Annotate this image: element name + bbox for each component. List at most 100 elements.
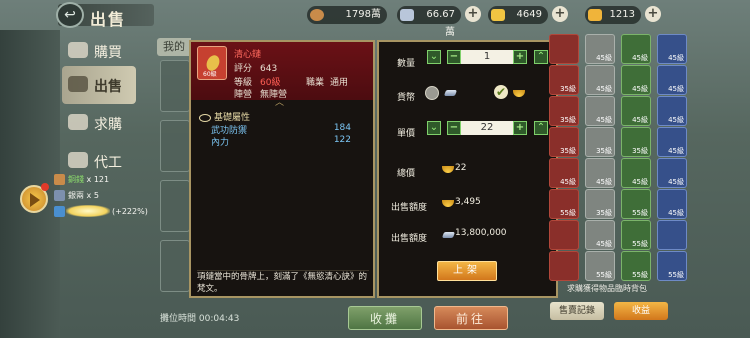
qty-label: 數量 bbox=[397, 59, 416, 69]
qty-max-button[interactable]: ⌃ bbox=[534, 50, 548, 64]
inventory-slot[interactable]: 45級 bbox=[657, 158, 687, 188]
inventory-slot-level: 45級 bbox=[668, 147, 684, 155]
item-name: 清心鏈 bbox=[234, 50, 262, 60]
buff-copper-label: 銅錢 bbox=[68, 175, 84, 184]
inventory-slot[interactable]: 45級 bbox=[585, 34, 615, 64]
go-button[interactable]: 前往 bbox=[434, 306, 508, 330]
nav-buy[interactable]: 購買 bbox=[62, 32, 136, 70]
inventory-slot-level: 45級 bbox=[632, 178, 648, 186]
inventory-slot[interactable] bbox=[657, 220, 687, 250]
inventory-slot[interactable]: 45級 bbox=[585, 220, 615, 250]
price-max-button[interactable]: ⌃ bbox=[534, 121, 548, 135]
price-min-button[interactable]: ⌄ bbox=[427, 121, 441, 135]
quota-silver-label: 出售額度 bbox=[391, 234, 428, 244]
item-job-label: 職業 bbox=[306, 78, 325, 88]
qty-decrease-button[interactable]: − bbox=[447, 50, 461, 64]
inventory-slot[interactable]: 45級 bbox=[621, 34, 651, 64]
resource-yuanbao-value: 1213 bbox=[609, 9, 635, 20]
inventory-slot[interactable]: 45級 bbox=[549, 158, 579, 188]
inventory-slot[interactable]: 35級 bbox=[621, 127, 651, 157]
item-score-row: 評分 643 bbox=[234, 61, 277, 74]
qty-increase-button[interactable]: + bbox=[513, 50, 527, 64]
currency-gold-radio-checked[interactable]: ✔ bbox=[494, 85, 508, 99]
stall-timer: 攤位時間 00:04:43 bbox=[160, 311, 239, 324]
inventory-slot-level: 45級 bbox=[668, 54, 684, 62]
close-stall-button[interactable]: 收攤 bbox=[348, 306, 422, 330]
inventory-slot-level: 45級 bbox=[596, 85, 612, 93]
craft-icon bbox=[68, 152, 88, 168]
inventory-grid: 45級 45級 45級 35級 45級 45級 45級 35級 45級 45級 45級 35級 35級 3… bbox=[549, 34, 699, 281]
nav-sell-label: 出售 bbox=[94, 79, 122, 95]
inventory-slot[interactable]: 45級 bbox=[585, 158, 615, 188]
item-description: 項鏈當中的骨牌上，刻滿了《無慾清心訣》的梵文。 bbox=[197, 270, 369, 294]
qty-stepper[interactable]: − 1 + bbox=[447, 50, 527, 64]
price-value: 22 bbox=[480, 122, 494, 133]
inventory-slot[interactable]: 45級 bbox=[657, 189, 687, 219]
item-job-row: 職業 通用 bbox=[306, 75, 348, 88]
inventory-slot[interactable]: 45級 bbox=[657, 65, 687, 95]
inventory-slot-level: 45級 bbox=[596, 178, 612, 186]
price-stepper[interactable]: − 22 + bbox=[447, 121, 527, 135]
inventory-slot[interactable]: 45級 bbox=[657, 34, 687, 64]
add-gold-button[interactable]: + bbox=[552, 6, 568, 22]
inventory-slot[interactable]: 35級 bbox=[585, 189, 615, 219]
attr-name: 內力 bbox=[211, 138, 230, 148]
inventory-slot[interactable]: 45級 bbox=[621, 65, 651, 95]
resource-yuanbao: 1213 + bbox=[585, 6, 661, 24]
price-increase-button[interactable]: + bbox=[513, 121, 527, 135]
list-item[interactable] bbox=[160, 120, 190, 172]
inventory-slot-level: 55級 bbox=[632, 271, 648, 279]
list-item[interactable] bbox=[160, 240, 190, 292]
inventory-slot-level: 45級 bbox=[632, 85, 648, 93]
add-yuanbao-button[interactable]: + bbox=[645, 6, 661, 22]
item-icon-level: 60級 bbox=[203, 71, 217, 78]
price-decrease-button[interactable]: − bbox=[447, 121, 461, 135]
inventory-note: 求購獲得物品臨時背包 bbox=[567, 284, 647, 293]
inventory-slot[interactable]: 45級 bbox=[621, 96, 651, 126]
back-icon[interactable]: ↩ bbox=[56, 2, 84, 28]
inventory-slot[interactable]: 45級 bbox=[585, 65, 615, 95]
section-title-text: 基礎屬性 bbox=[214, 113, 251, 123]
inventory-slot-level: 45級 bbox=[560, 178, 576, 186]
inventory-slot[interactable]: 55級 bbox=[621, 189, 651, 219]
stall-list bbox=[160, 60, 190, 300]
page-title: ↩ 出售 bbox=[56, 2, 154, 29]
left-backdrop bbox=[0, 30, 60, 338]
inventory-slot[interactable]: 55級 bbox=[657, 251, 687, 281]
inventory-slot[interactable]: 55級 bbox=[585, 251, 615, 281]
list-item-button[interactable]: 上架 bbox=[437, 261, 497, 281]
inventory-slot-level: 45級 bbox=[668, 85, 684, 93]
attr-value: 122 bbox=[333, 135, 351, 145]
inventory-slot[interactable] bbox=[549, 251, 579, 281]
qty-min-button[interactable]: ⌄ bbox=[427, 50, 441, 64]
resource-silver: 66.67萬 + bbox=[397, 6, 481, 38]
tab-mine[interactable]: 我的 bbox=[157, 38, 191, 56]
inventory-slot[interactable]: 35級 bbox=[585, 127, 615, 157]
list-item[interactable] bbox=[160, 180, 190, 232]
list-item[interactable] bbox=[160, 60, 190, 112]
page-title-text: 出售 bbox=[90, 10, 127, 29]
inventory-slot-level: 45級 bbox=[668, 178, 684, 186]
item-detail-header: 60級 清心鏈 評分 643 等級 60級 職業 通用 陣營 無陣營 bbox=[191, 42, 373, 100]
inventory-slot[interactable]: 35級 bbox=[549, 65, 579, 95]
inventory-slot[interactable]: 55級 bbox=[621, 251, 651, 281]
inventory-slot[interactable]: 45級 bbox=[585, 96, 615, 126]
inventory-slot[interactable] bbox=[549, 34, 579, 64]
sale-record-button[interactable]: 售賣記錄 bbox=[550, 302, 604, 320]
currency-copper-radio[interactable] bbox=[425, 86, 439, 100]
inventory-slot[interactable]: 45級 bbox=[657, 127, 687, 157]
inventory-slot[interactable]: 45級 bbox=[621, 158, 651, 188]
inventory-slot[interactable]: 55級 bbox=[621, 220, 651, 250]
sell-icon bbox=[68, 76, 88, 92]
nav-sell[interactable]: 出售 bbox=[62, 66, 136, 104]
add-silver-button[interactable]: + bbox=[465, 6, 481, 22]
item-score-label: 評分 bbox=[234, 64, 253, 74]
inventory-slot[interactable]: 45級 bbox=[657, 96, 687, 126]
inventory-slot[interactable]: 55級 bbox=[549, 189, 579, 219]
inventory-slot[interactable]: 35級 bbox=[549, 127, 579, 157]
inventory-slot[interactable] bbox=[549, 220, 579, 250]
nav-request[interactable]: 求購 bbox=[62, 104, 136, 142]
inventory-slot[interactable]: 35級 bbox=[549, 96, 579, 126]
collect-earnings-button[interactable]: 收益 bbox=[614, 302, 668, 320]
inventory-slot-level: 45級 bbox=[596, 116, 612, 124]
